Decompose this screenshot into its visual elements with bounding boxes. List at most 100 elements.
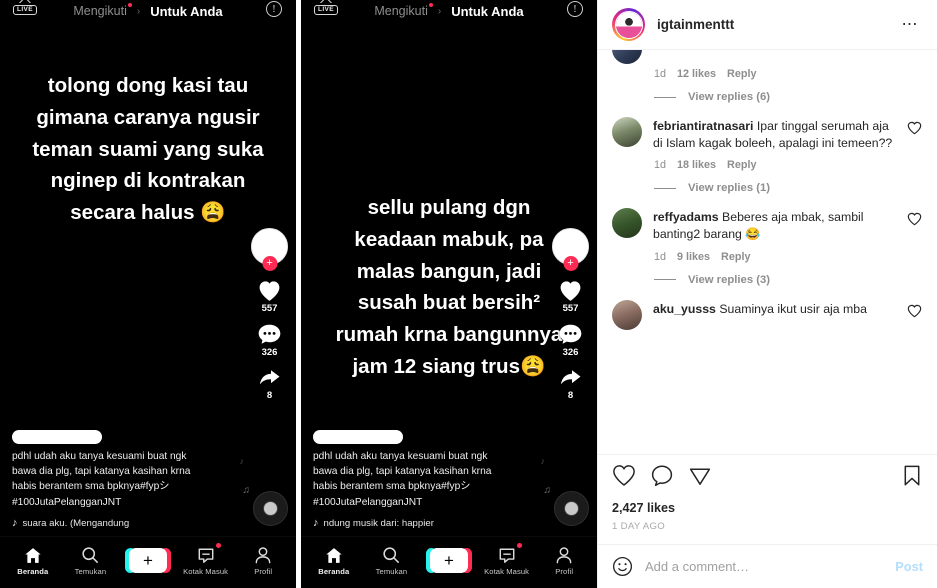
more-options-icon[interactable]: ⋯ [902,16,924,33]
description-line: bawa dia plg, tapi katanya kasihan krna [12,466,191,478]
divider-line [654,279,676,281]
avatar[interactable] [612,299,642,330]
music-disc[interactable] [554,491,589,526]
create-icon[interactable]: + [425,548,472,573]
like-action[interactable]: 557 [558,279,583,314]
description-line: bawa dia plg, tapi katanya kasihan krna [313,466,492,478]
overlay-line: jam 12 siang trus😩 [352,354,546,378]
likes-count[interactable]: 2,427 likes [612,501,923,515]
description-hashtag[interactable]: #100JutaPelangganJNT [12,495,222,510]
nav-item-kotak-masuk[interactable]: Kotak Masuk [180,543,232,576]
disc-hub-icon [264,502,277,515]
comment-likes[interactable]: 9 likes [677,251,710,263]
nav-item-beranda[interactable]: Beranda [7,545,59,576]
like-count: 557 [562,303,579,314]
description-hashtag[interactable]: #100JutaPelangganJNT [313,495,523,510]
comment-time: 1d [654,68,667,80]
exclamation-circle-icon[interactable]: ! [266,1,282,17]
overlay-line: keadaan mabuk, pa [354,227,544,251]
post-button[interactable]: Post [895,559,923,574]
overlay-line: rumah krna bangunnya [335,323,563,347]
comment-icon[interactable] [650,464,674,492]
like-action[interactable]: 557 [257,279,282,314]
add-comment-input[interactable] [645,559,884,574]
tab-separator: › [437,5,442,17]
music-info[interactable]: ♪ suara aku. (Mengandung [12,517,222,529]
tab-following[interactable]: Mengikuti [374,3,433,18]
comment-username[interactable]: febriantiratnasari [653,119,753,133]
comment-meta: 1d 12 likes Reply [612,68,923,80]
profile-icon [254,545,272,565]
reply-button[interactable]: Reply [721,251,750,263]
comment-action[interactable]: 326 [257,323,282,358]
view-replies-button[interactable]: View replies (6) [612,91,923,103]
tiktok-caption-1: pdhl udah aku tanya kesuami buat ngk baw… [12,429,222,529]
tiktok-feed-tabs-2: Mengikuti › Untuk Anda [301,0,597,22]
share-action[interactable]: 8 [257,367,282,401]
tab-for-you[interactable]: Untuk Anda [150,4,222,19]
tab-for-you[interactable]: Untuk Anda [451,4,523,19]
avatar[interactable] [612,117,642,147]
smiley-icon[interactable] [612,556,633,577]
overlay-line: susah buat bersih² [357,291,541,315]
story-ring[interactable] [612,8,645,41]
share-action[interactable]: 8 [558,367,583,401]
nav-item-kotak-masuk[interactable]: Kotak Masuk [481,543,533,576]
like-comment-button[interactable] [907,208,923,231]
nav-item-beranda[interactable]: Beranda [308,545,360,576]
instagram-post-header: igtainmenttt ⋯ [598,0,937,50]
action-row [612,464,923,492]
creator-avatar[interactable]: + [552,228,589,271]
overlay-line: secara halus 😩 [70,201,226,225]
view-replies-button[interactable]: View replies (3) [612,274,923,286]
nav-label: Beranda [318,567,350,576]
clipped-comment-avatar [612,50,642,64]
comment-likes[interactable]: 18 likes [677,159,716,171]
view-replies-label: View replies (6) [688,91,771,103]
bookmark-icon[interactable] [901,464,923,492]
disc-hub-icon [565,502,578,515]
inbox-badge-dot [215,543,221,548]
comment-text: aku_yusss Suaminya ikut usir aja mba [653,300,896,318]
reply-button[interactable]: Reply [727,159,756,171]
music-info[interactable]: ♪ ndung musik dari: happier [313,517,523,529]
nav-item-temukan[interactable]: Temukan [64,545,116,576]
inbox-icon [498,545,516,565]
redacted-username [313,429,403,444]
nav-item-create[interactable]: + [122,548,174,573]
tab-following[interactable]: Mengikuti [73,3,132,18]
comment-time: 1d [654,250,667,263]
comment-icon [257,323,282,346]
tiktok-caption-2: pdhl udah aku tanya kesuami buat ngk baw… [313,429,523,529]
nav-item-create[interactable]: + [423,548,475,573]
comment-meta: 1d 9 likes Reply [612,251,923,263]
share-paperplane-icon[interactable] [688,464,712,492]
creator-avatar[interactable]: + [251,228,288,271]
follow-button[interactable]: + [262,256,277,271]
comment-body: Suaminya ikut usir aja mba [715,301,867,316]
nav-item-profil[interactable]: Profil [237,545,289,576]
view-replies-button[interactable]: View replies (1) [612,182,923,194]
exclamation-circle-icon[interactable]: ! [567,1,583,17]
comments-list[interactable]: 1d 12 likes Reply View replies (6) febri… [598,50,937,454]
comment-username[interactable]: aku_yusss [653,302,716,316]
music-disc[interactable] [253,491,288,526]
heart-icon[interactable] [612,464,636,492]
post-username[interactable]: igtainmenttt [657,17,890,32]
nav-item-temukan[interactable]: Temukan [365,545,417,576]
like-comment-button[interactable] [907,300,923,323]
avatar[interactable] [614,10,643,39]
following-badge-dot [428,3,433,7]
comment-likes[interactable]: 12 likes [677,68,716,80]
nav-item-profil[interactable]: Profil [538,545,590,576]
comment-username[interactable]: reffyadams [653,210,719,224]
music-title: suara aku. (Mengandung [22,517,130,529]
follow-button[interactable]: + [563,256,578,271]
create-icon[interactable]: + [124,548,171,573]
like-comment-button[interactable] [907,117,923,140]
comment-action[interactable]: 326 [558,323,583,358]
tiktok-bottom-nav-2: Beranda Temukan + Kotak Masuk Profil [301,536,597,588]
search-icon [81,545,99,565]
reply-button[interactable]: Reply [727,68,756,80]
avatar[interactable] [612,208,642,239]
